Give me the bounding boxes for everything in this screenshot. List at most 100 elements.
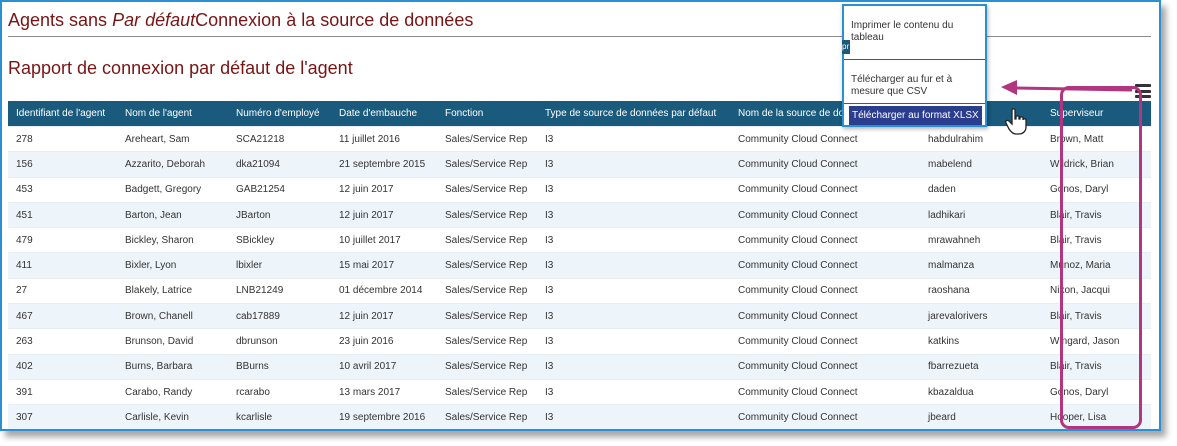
column-header[interactable]: Fonction xyxy=(437,101,537,127)
page-title-prefix: Agents sans xyxy=(8,10,113,30)
table-row[interactable]: 453 Badgett, Gregory GAB21254 12 juin 2017 S… xyxy=(8,176,1151,203)
table-cell: Sales/Service Rep xyxy=(437,277,537,304)
table-cell: SBickley xyxy=(228,227,331,253)
table-row[interactable]: 479 Bickley, Sharon SBickley 10 juillet 201… xyxy=(8,227,1151,253)
table-cell: Sales/Service Rep xyxy=(437,125,537,152)
table-row[interactable]: 278 Areheart, Sam SCA21218 11 juillet 2016 S… xyxy=(8,125,1151,152)
table-cell: Community Cloud Connect xyxy=(730,176,920,203)
hamburger-icon[interactable] xyxy=(1135,84,1151,98)
table-cell: 10 avril 2017 xyxy=(331,353,437,380)
table-cell: 10 juillet 2017 xyxy=(331,227,437,253)
table-cell: raoshana xyxy=(920,277,1042,304)
table-cell: ladhikari xyxy=(920,201,1042,228)
table-cell: 479 xyxy=(8,227,117,253)
table-cell: 278 xyxy=(8,125,117,152)
table-cell: Bickley, Sharon xyxy=(117,227,228,253)
column-header[interactable]: Nom de l'agent xyxy=(117,101,228,127)
table-row[interactable]: 307 Carlisle, Kevin kcarlisle 19 septembre … xyxy=(8,404,1151,429)
table-row[interactable]: 156 Azzarito, Deborah dka21094 21 septembre… xyxy=(8,151,1151,178)
table-cell: Community Cloud Connect xyxy=(730,303,920,329)
table-cell: cab17889 xyxy=(228,303,331,329)
table-cell: Areheart, Sam xyxy=(117,125,228,152)
table-cell: 307 xyxy=(8,404,117,429)
table-row[interactable]: 402 Burns, Barbara BBurns 10 avril 2017 Sale… xyxy=(8,353,1151,380)
table-cell: 411 xyxy=(8,252,117,279)
table-cell: I3 xyxy=(537,176,730,203)
table-cell: Hooper, Lisa xyxy=(1042,404,1151,429)
table-cell: Community Cloud Connect xyxy=(730,201,920,228)
table-cell: Community Cloud Connect xyxy=(730,151,920,178)
table-row[interactable]: 27 Blakely, Latrice LNB21249 01 décembre 20… xyxy=(8,277,1151,304)
table-cell: Community Cloud Connect xyxy=(730,227,920,253)
column-header[interactable]: Date d'embauche xyxy=(331,101,437,127)
table-cell: I3 xyxy=(537,151,730,178)
table-cell: Nixon, Jacqui xyxy=(1042,277,1151,304)
menu-item-print[interactable]: Imprimer le contenu du tableau xyxy=(851,20,981,44)
table-cell: dka21094 xyxy=(228,151,331,178)
table-row[interactable]: 263 Brunson, David dbrunson 23 juin 2016 Sal… xyxy=(8,328,1151,355)
column-header[interactable]: Superviseur xyxy=(1042,101,1151,127)
table-cell: Brunson, David xyxy=(117,328,228,355)
table-cell: Brown, Chanell xyxy=(117,303,228,329)
table-cell: SCA21218 xyxy=(228,125,331,152)
export-menu: pr Imprimer le contenu du tableau Téléch… xyxy=(842,4,987,127)
table-cell: Blair, Travis xyxy=(1042,303,1151,329)
table-row[interactable]: 467 Brown, Chanell cab17889 12 juin 2017 Sal… xyxy=(8,303,1151,329)
table-cell: katkins xyxy=(920,328,1042,355)
table-cell: Brown, Matt xyxy=(1042,125,1151,152)
table-cell: LNB21249 xyxy=(228,277,331,304)
table-cell: 11 juillet 2016 xyxy=(331,125,437,152)
table-cell: Munoz, Maria xyxy=(1042,252,1151,279)
table-cell: 263 xyxy=(8,328,117,355)
table-cell: 12 juin 2017 xyxy=(331,176,437,203)
table-cell: I3 xyxy=(537,378,730,405)
table-cell: 12 juin 2017 xyxy=(331,201,437,228)
table-cell: dbrunson xyxy=(228,328,331,355)
hand-pointer-icon xyxy=(1005,108,1027,135)
menu-item-download-xlsx[interactable]: Télécharger au format XLSX xyxy=(849,106,982,125)
table-cell: Sales/Service Rep xyxy=(437,176,537,203)
report-window: Agents sans Par défautConnexion à la sou… xyxy=(0,0,1161,431)
table-body: 278 Areheart, Sam SCA21218 11 juillet 2016 S… xyxy=(8,125,1151,429)
table-cell: Burns, Barbara xyxy=(117,353,228,380)
table-cell: I3 xyxy=(537,353,730,380)
table-cell: lbixler xyxy=(228,252,331,279)
table-cell: Community Cloud Connect xyxy=(730,353,920,380)
table-cell: Sales/Service Rep xyxy=(437,201,537,228)
table-cell: fbarrezueta xyxy=(920,353,1042,380)
table-cell: I3 xyxy=(537,328,730,355)
table-cell: daden xyxy=(920,176,1042,203)
column-header[interactable]: Type de source de données par défaut xyxy=(537,101,730,127)
table-cell: malmanza xyxy=(920,252,1042,279)
table-row[interactable]: 391 Carabo, Randy rcarabo 13 mars 2017 Sales… xyxy=(8,378,1151,405)
table-cell: Carlisle, Kevin xyxy=(117,404,228,429)
table-cell: Community Cloud Connect xyxy=(730,404,920,429)
export-menu-edge-tab: pr xyxy=(842,40,850,54)
table-cell: mabelend xyxy=(920,151,1042,178)
menu-item-download-csv[interactable]: Télécharger au fur et à mesure que CSV xyxy=(851,74,981,98)
table-cell: Wingard, Jason xyxy=(1042,328,1151,355)
menu-divider xyxy=(844,103,985,104)
table-row[interactable]: 451 Barton, Jean JBarton 12 juin 2017 Sales/… xyxy=(8,201,1151,228)
column-header[interactable]: Numéro d'employé xyxy=(228,101,331,127)
table-cell: Sales/Service Rep xyxy=(437,328,537,355)
table-cell: Blair, Travis xyxy=(1042,353,1151,380)
table-cell: 12 juin 2017 xyxy=(331,303,437,329)
column-header[interactable]: Identifiant de l'agent xyxy=(8,101,117,127)
table-cell: Sales/Service Rep xyxy=(437,151,537,178)
table-cell: 391 xyxy=(8,378,117,405)
table-cell: 451 xyxy=(8,201,117,228)
table-row[interactable]: 411 Bixler, Lyon lbixler 15 mai 2017 Sales/S… xyxy=(8,252,1151,279)
page-title-suffix: Connexion à la source de données xyxy=(195,10,474,30)
table-cell: 156 xyxy=(8,151,117,178)
table-cell: Sales/Service Rep xyxy=(437,227,537,253)
table-cell: GAB21254 xyxy=(228,176,331,203)
table-cell: 19 septembre 2016 xyxy=(331,404,437,429)
table-cell: I3 xyxy=(537,201,730,228)
table-cell: I3 xyxy=(537,303,730,329)
table-cell: Community Cloud Connect xyxy=(730,125,920,152)
table-cell: BBurns xyxy=(228,353,331,380)
table-cell: Wildrick, Brian xyxy=(1042,151,1151,178)
table-cell: JBarton xyxy=(228,201,331,228)
page-title-emphasis: Par défaut xyxy=(112,10,196,30)
